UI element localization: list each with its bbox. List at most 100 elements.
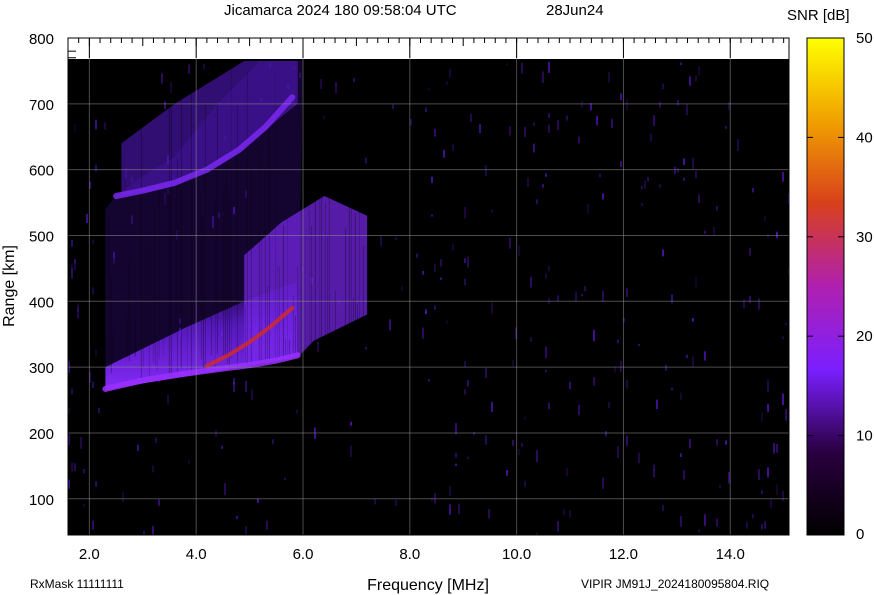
noise-speck	[188, 64, 190, 74]
noise-speck	[224, 483, 226, 496]
noise-speck	[401, 286, 403, 291]
noise-speck	[440, 277, 442, 280]
noise-speck	[425, 107, 427, 113]
noise-speck	[626, 435, 628, 446]
noise-speck	[86, 213, 88, 223]
noise-speck	[683, 158, 685, 165]
x-tick-label: 10.0	[502, 546, 531, 563]
noise-speck	[659, 184, 661, 188]
noise-speck	[353, 78, 355, 83]
noise-speck	[545, 346, 547, 359]
noise-speck	[575, 292, 577, 302]
noise-speck	[143, 530, 145, 535]
noise-speck	[674, 166, 676, 175]
noise-speck	[323, 115, 325, 120]
noise-speck	[533, 143, 535, 153]
noise-speck	[557, 295, 559, 302]
noise-speck	[536, 199, 538, 205]
noise-speck	[428, 87, 430, 91]
colorbar-tick-label: 20	[856, 328, 873, 345]
noise-speck	[467, 256, 469, 268]
noise-speck	[530, 337, 532, 342]
noise-speck	[161, 73, 163, 84]
noise-speck	[467, 456, 469, 460]
noise-speck	[698, 194, 700, 203]
noise-speck	[545, 370, 547, 373]
colorbar-tick-label: 10	[856, 428, 873, 445]
noise-speck	[716, 518, 718, 527]
noise-speck	[512, 360, 514, 366]
noise-speck	[83, 503, 85, 507]
noise-speck	[167, 395, 169, 404]
noise-speck	[662, 249, 664, 257]
y-tick-label: 200	[29, 426, 54, 443]
noise-speck	[92, 381, 94, 388]
noise-speck	[452, 243, 454, 251]
noise-speck	[485, 165, 487, 177]
noise-speck	[524, 126, 526, 138]
noise-speck	[569, 381, 571, 390]
noise-speck	[533, 122, 535, 126]
noise-speck	[782, 393, 784, 406]
noise-speck	[680, 392, 682, 401]
noise-speck	[416, 253, 418, 258]
noise-speck	[296, 409, 298, 414]
noise-speck	[680, 62, 682, 66]
noise-speck	[83, 469, 85, 474]
noise-speck	[602, 477, 604, 489]
noise-speck	[611, 118, 613, 128]
noise-speck	[617, 339, 619, 344]
noise-speck	[593, 377, 595, 386]
noise-speck	[434, 264, 436, 273]
noise-speck	[434, 305, 436, 310]
noise-speck	[749, 247, 751, 256]
noise-speck	[671, 387, 673, 391]
noise-speck	[641, 186, 643, 189]
noise-speck	[581, 100, 583, 108]
noise-speck	[737, 139, 739, 151]
noise-speck	[491, 401, 493, 413]
noise-speck	[764, 521, 766, 529]
noise-speck	[521, 62, 523, 74]
noise-speck	[662, 504, 664, 511]
noise-speck	[545, 273, 547, 279]
noise-speck	[428, 379, 430, 382]
noise-speck	[644, 180, 646, 189]
noise-speck	[485, 435, 487, 445]
noise-speck	[77, 307, 79, 319]
noise-speck	[680, 516, 682, 527]
noise-speck	[74, 124, 76, 133]
y-tick-label: 800	[29, 31, 54, 48]
noise-speck	[158, 499, 160, 506]
noise-speck	[587, 204, 589, 214]
ionogram-chart: Jicamarca 2024 180 09:58:04 UTC 28Jun24 …	[1, 2, 873, 594]
noise-speck	[569, 510, 571, 518]
noise-speck	[683, 470, 685, 480]
noise-speck	[782, 490, 784, 501]
noise-speck	[455, 452, 457, 458]
noise-speck	[692, 356, 694, 368]
no-data-strip	[68, 38, 789, 59]
noise-speck	[458, 503, 460, 515]
noise-speck	[752, 514, 754, 519]
noise-speck	[464, 278, 466, 286]
noise-speck	[680, 453, 682, 457]
noise-speck	[725, 440, 727, 445]
noise-speck	[725, 125, 727, 129]
noise-speck	[431, 497, 433, 502]
noise-speck	[122, 492, 124, 502]
noise-speck	[71, 239, 73, 247]
noise-speck	[638, 343, 640, 346]
noise-speck	[641, 203, 643, 206]
chart-title: Jicamarca 2024 180 09:58:04 UTC	[224, 2, 457, 19]
noise-speck	[236, 515, 238, 519]
noise-speck	[284, 477, 286, 480]
noise-speck	[95, 349, 97, 356]
noise-speck	[602, 290, 604, 302]
noise-speck	[524, 416, 526, 420]
noise-speck	[449, 68, 451, 78]
noise-speck	[92, 287, 94, 295]
noise-speck	[548, 124, 550, 133]
noise-speck	[215, 430, 217, 437]
noise-speck	[548, 402, 550, 410]
